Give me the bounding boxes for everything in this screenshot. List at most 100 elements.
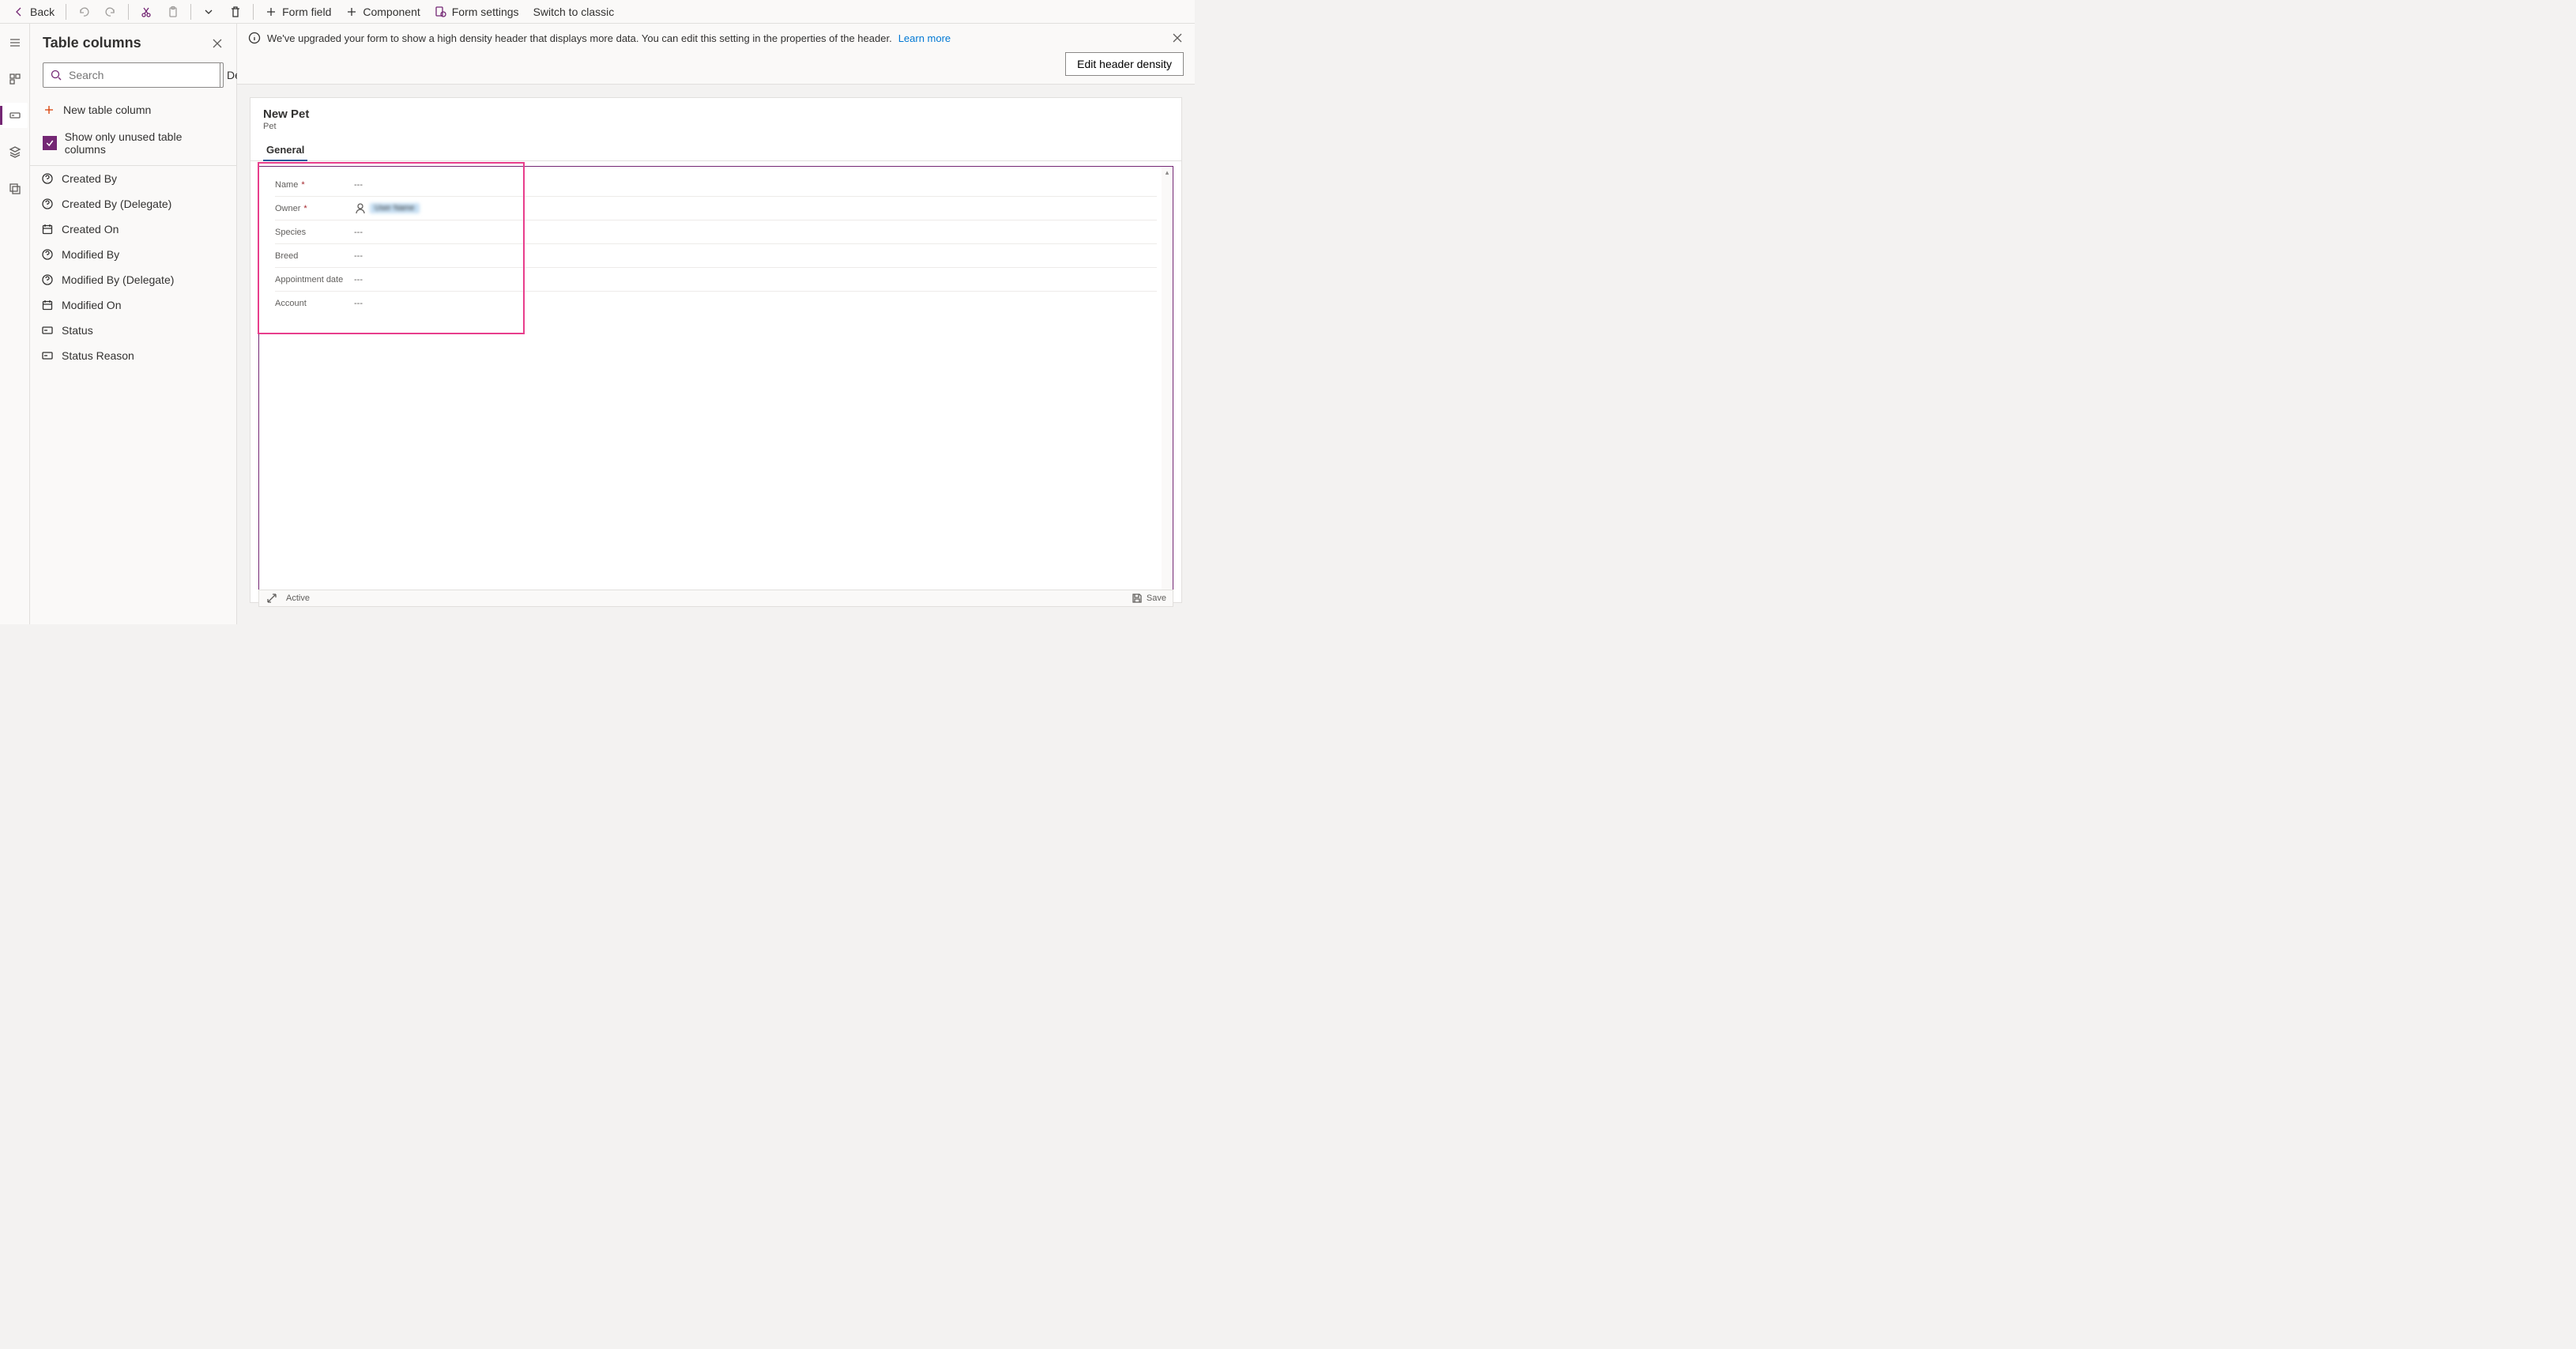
field-value[interactable]: User Name [354, 202, 420, 215]
form-field-row[interactable]: Owner*User Name [275, 197, 1157, 220]
component-button[interactable]: Component [339, 2, 426, 21]
undo-icon [77, 6, 90, 18]
column-type-icon [41, 223, 54, 236]
form-field-label: Form field [282, 6, 331, 18]
rail-tree[interactable] [2, 66, 28, 92]
field-value[interactable]: --- [354, 275, 363, 284]
redo-button[interactable] [98, 2, 123, 21]
back-button[interactable]: Back [6, 2, 61, 21]
form-header[interactable]: New Pet Pet [250, 98, 1181, 134]
field-list: Name*---Owner*User NameSpecies---Breed--… [275, 173, 1157, 315]
field-value[interactable]: --- [354, 299, 363, 308]
field-label: Breed [275, 251, 354, 261]
column-type-icon [41, 172, 54, 185]
field-label: Name* [275, 180, 354, 190]
tab-general[interactable]: General [263, 139, 307, 160]
save-icon[interactable] [1131, 592, 1143, 605]
field-label: Appointment date [275, 275, 354, 284]
field-value[interactable]: --- [354, 180, 363, 190]
new-column-label: New table column [63, 104, 151, 116]
form-field-row[interactable]: Name*--- [275, 173, 1157, 197]
column-list: Created By Created By (Delegate) Created O… [30, 166, 236, 368]
switch-classic-label: Switch to classic [533, 6, 615, 18]
field-label: Species [275, 228, 354, 237]
plus-icon [265, 6, 277, 18]
footer-status: Active [286, 593, 310, 603]
info-banner: We've upgraded your form to show a high … [237, 24, 1195, 85]
hamburger-icon [9, 36, 21, 49]
column-item[interactable]: Created On [30, 217, 236, 242]
column-item[interactable]: Created By (Delegate) [30, 191, 236, 217]
form-canvas[interactable]: New Pet Pet General Name*---Owner*User N… [250, 97, 1182, 603]
banner-learn-more-link[interactable]: Learn more [898, 32, 951, 44]
column-label: Status Reason [62, 349, 134, 362]
field-icon [9, 109, 21, 122]
search-input[interactable] [67, 68, 213, 82]
banner-close-button[interactable] [1171, 32, 1184, 44]
paste-icon [167, 6, 179, 18]
cut-button[interactable] [134, 2, 159, 21]
show-unused-row[interactable]: Show only unused table columns [30, 124, 236, 166]
toolbar-separator [128, 4, 129, 20]
rail-menu[interactable] [2, 30, 28, 55]
rail-columns[interactable] [2, 103, 28, 128]
footer-expand-icon[interactable] [266, 592, 278, 605]
field-label: Owner* [275, 204, 354, 213]
form-settings-button[interactable]: Form settings [428, 2, 525, 21]
column-label: Status [62, 324, 93, 337]
form-field-row[interactable]: Species--- [275, 220, 1157, 244]
column-type-icon [41, 349, 54, 362]
plus-icon [43, 104, 55, 116]
column-item[interactable]: Modified By (Delegate) [30, 267, 236, 292]
form-tabs: General [250, 139, 1181, 161]
column-type-icon [41, 273, 54, 286]
column-label: Modified On [62, 299, 121, 311]
delete-icon [229, 6, 242, 18]
toolbar-dropdown[interactable] [196, 2, 221, 21]
search-icon [50, 69, 62, 81]
form-settings-icon [435, 6, 447, 18]
field-value[interactable]: --- [354, 251, 363, 261]
field-value[interactable]: --- [354, 228, 363, 237]
column-item[interactable]: Created By [30, 166, 236, 191]
column-item[interactable]: Status Reason [30, 343, 236, 368]
delete-button[interactable] [223, 2, 248, 21]
cut-icon [140, 6, 153, 18]
panel-title: Table columns [43, 35, 141, 51]
form-field-row[interactable]: Breed--- [275, 244, 1157, 268]
form-section-selected[interactable]: Name*---Owner*User NameSpecies---Breed--… [258, 166, 1173, 597]
top-toolbar: Back Form field Component Form settings … [0, 0, 1195, 24]
show-unused-label: Show only unused table columns [65, 130, 224, 156]
column-type-icon [41, 198, 54, 210]
close-panel-button[interactable] [211, 37, 224, 50]
column-item[interactable]: Modified By [30, 242, 236, 267]
paste-button[interactable] [160, 2, 186, 21]
required-indicator: * [301, 180, 304, 190]
edit-header-density-button[interactable]: Edit header density [1065, 52, 1184, 76]
undo-button[interactable] [71, 2, 96, 21]
tree-icon [9, 73, 21, 85]
search-filter-row: Default [43, 62, 224, 88]
column-item[interactable]: Modified On [30, 292, 236, 318]
column-label: Modified By [62, 248, 119, 261]
column-label: Created By (Delegate) [62, 198, 171, 210]
required-indicator: * [303, 204, 307, 213]
section-scrollbar[interactable]: ▴ [1162, 167, 1173, 597]
column-item[interactable]: Status [30, 318, 236, 343]
redo-icon [104, 6, 117, 18]
chevron-down-icon [202, 6, 215, 18]
component-label: Component [363, 6, 420, 18]
toolbar-separator [190, 4, 191, 20]
form-field-row[interactable]: Account--- [275, 292, 1157, 315]
form-field-row[interactable]: Appointment date--- [275, 268, 1157, 292]
switch-classic-button[interactable]: Switch to classic [527, 2, 621, 21]
rail-library[interactable] [2, 175, 28, 201]
checkbox-checked-icon[interactable] [43, 136, 57, 150]
new-table-column-button[interactable]: New table column [30, 96, 236, 124]
form-field-button[interactable]: Form field [258, 2, 337, 21]
info-icon [248, 32, 261, 44]
scroll-up-icon[interactable]: ▴ [1162, 167, 1173, 178]
rail-components[interactable] [2, 139, 28, 164]
footer-save-label: Save [1147, 593, 1166, 603]
search-box[interactable] [43, 63, 220, 87]
